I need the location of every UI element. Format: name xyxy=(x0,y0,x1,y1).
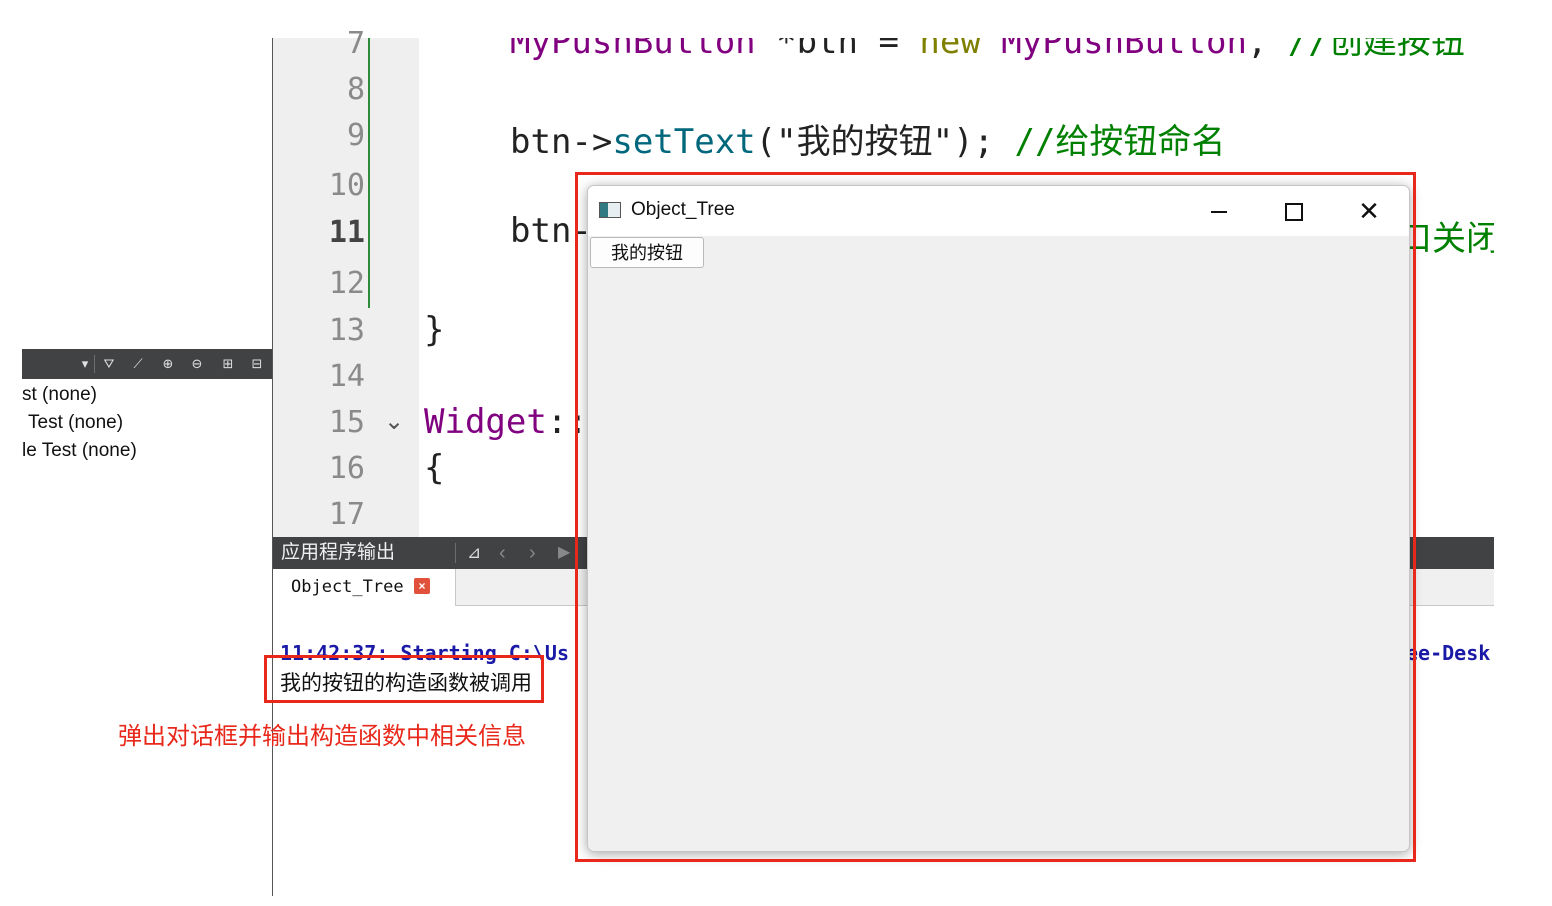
test-item[interactable]: le Test (none) xyxy=(22,440,137,462)
line-number: 12 xyxy=(328,266,365,301)
collapse-all-icon[interactable]: ⊖ xyxy=(188,349,206,379)
code-line-13: } xyxy=(424,310,445,350)
code-comment: //创建按钮 xyxy=(1287,38,1465,62)
test-item[interactable]: st (none) xyxy=(22,384,97,406)
code-token: ("我的按钮"); xyxy=(755,122,1015,162)
line-number: 9 xyxy=(346,118,365,153)
annotation-text: 弹出对话框并输出构造函数中相关信息 xyxy=(118,723,526,750)
line-number: 10 xyxy=(328,168,365,203)
tab-label: Object_Tree xyxy=(291,577,404,597)
code-token: MyPushButton xyxy=(510,38,756,62)
output-start-line-tail: ee-Desk xyxy=(1406,641,1491,665)
line-number: 7 xyxy=(346,26,365,61)
message-highlight-box xyxy=(264,655,544,703)
toolbar-separator xyxy=(94,355,95,373)
code-line-15: Widget:: xyxy=(424,402,588,442)
line-number: 13 xyxy=(328,313,365,348)
code-token: new xyxy=(919,38,981,62)
code-token: setText xyxy=(612,122,756,162)
code-comment: //给按钮命名 xyxy=(1014,122,1226,162)
leaf-icon[interactable]: ⟋ xyxy=(129,349,147,379)
test-item[interactable]: Test (none) xyxy=(28,412,123,434)
code-token: *btn = xyxy=(755,38,920,62)
line-number: 15 xyxy=(328,405,365,440)
code-token: Widget xyxy=(424,402,547,442)
clean-output-icon[interactable]: ⊿ xyxy=(467,537,481,569)
chevron-left-icon[interactable]: ‹ xyxy=(499,537,506,569)
line-number-current: 11 xyxy=(328,215,365,250)
line-number: 16 xyxy=(328,451,365,486)
dropdown-arrow-icon[interactable]: ▾ xyxy=(76,349,94,379)
line-number: 8 xyxy=(346,72,365,107)
code-line-7: MyPushButton *btn = new MyPushButton, //… xyxy=(510,38,1465,63)
run-icon[interactable]: ▶ xyxy=(558,537,570,569)
code-token: btn-> xyxy=(510,122,613,162)
code-line-9: btn->setText("我的按钮"); //给按钮命名 xyxy=(510,114,1225,163)
code-token: , xyxy=(1246,38,1288,62)
tests-toolbar: ▾ ⛛ ⟋ ⊕ ⊖ ⊞ ⊟ xyxy=(22,349,272,379)
code-line-16: { xyxy=(424,448,445,488)
chevron-right-icon[interactable]: › xyxy=(529,537,536,569)
expand-all-icon[interactable]: ⊕ xyxy=(159,349,177,379)
tab-object-tree[interactable]: Object_Tree × xyxy=(273,569,456,606)
close-icon[interactable]: × xyxy=(414,578,430,594)
toolbar-separator xyxy=(455,543,456,563)
code-token: MyPushButton xyxy=(980,38,1247,62)
split-add-icon[interactable]: ⊞ xyxy=(219,349,237,379)
window-highlight-box xyxy=(575,172,1416,862)
line-number: 14 xyxy=(328,359,365,394)
filter-icon[interactable]: ⛛ xyxy=(100,349,118,379)
change-marker xyxy=(368,38,370,308)
close-pane-icon[interactable]: ⊟ xyxy=(248,349,266,379)
output-pane-title: 应用程序输出 xyxy=(281,542,396,563)
fold-marker-icon[interactable]: ⌄ xyxy=(384,407,404,436)
line-number: 17 xyxy=(328,497,365,532)
